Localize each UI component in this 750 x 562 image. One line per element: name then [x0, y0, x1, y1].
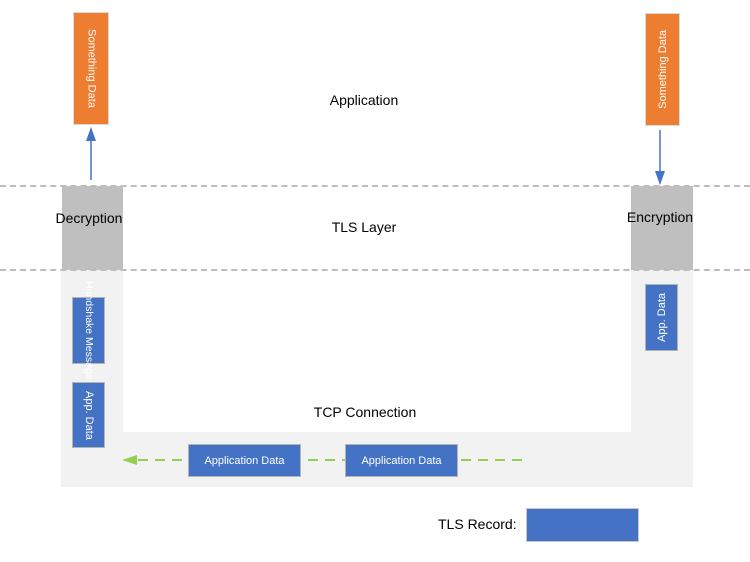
tcp-application-data-record-2: Application Data	[345, 444, 458, 477]
legend-label: TLS Record:	[438, 516, 517, 532]
receiver-up-arrow	[86, 127, 96, 180]
tcp-application-data-record-2-label: Application Data	[361, 454, 442, 467]
legend-tls-record-swatch	[526, 508, 639, 542]
tcp-application-data-record-1: Application Data	[188, 444, 301, 477]
tcp-application-data-record-1-label: Application Data	[204, 454, 285, 467]
tcp-flow-arrow	[122, 455, 522, 465]
sender-down-arrow	[655, 130, 665, 185]
flow-arrows	[86, 127, 665, 465]
